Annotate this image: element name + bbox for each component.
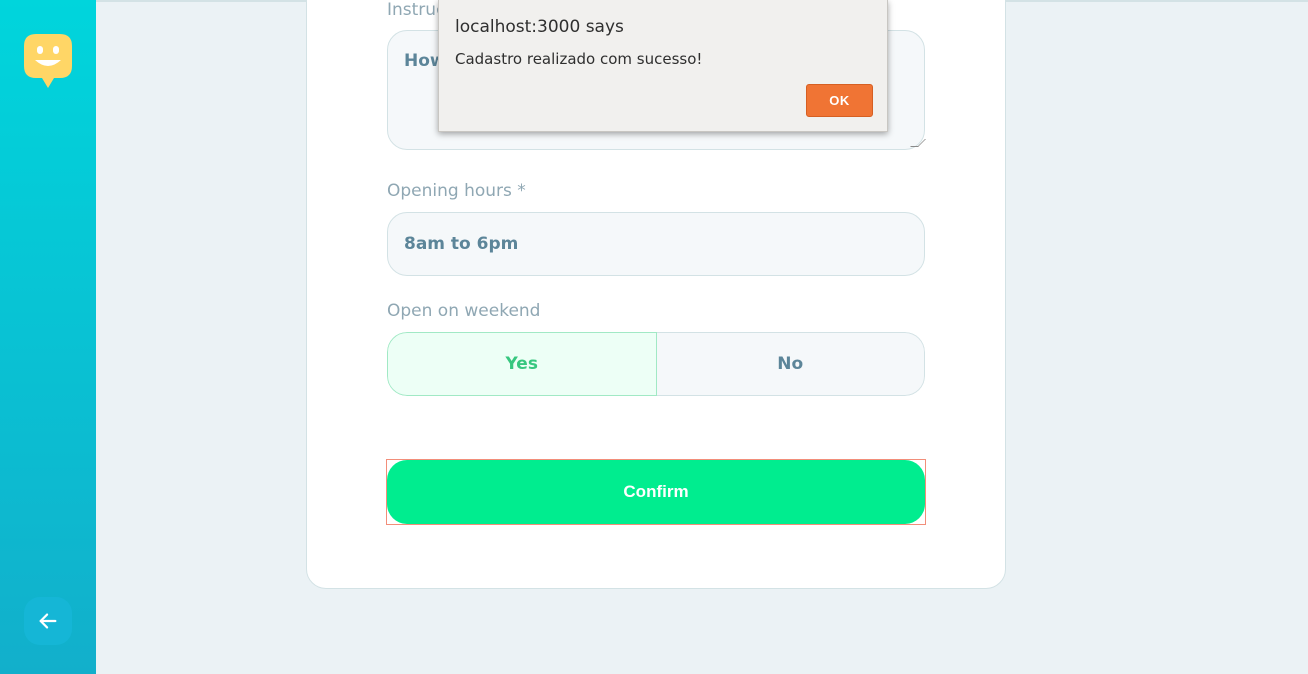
weekend-no-button[interactable]: No (656, 332, 925, 396)
confirm-button[interactable]: Confirm (387, 460, 925, 524)
dialog-message: Cadastro realizado com sucesso! (455, 50, 703, 68)
smiley-face-icon (24, 34, 72, 88)
opening-hours-label: Opening hours * (387, 181, 526, 201)
weekend-yes-button[interactable]: Yes (387, 332, 657, 396)
alert-dialog: localhost:3000 says Cadastro realizado c… (438, 0, 888, 132)
weekend-toggle: Yes No (387, 332, 925, 396)
back-button[interactable] (24, 597, 72, 645)
open-on-weekend-label: Open on weekend (387, 301, 541, 321)
sidebar (0, 0, 96, 674)
dialog-ok-button[interactable]: OK (806, 84, 873, 117)
dialog-title: localhost:3000 says (455, 17, 624, 37)
opening-hours-input[interactable]: 8am to 6pm (387, 212, 925, 276)
opening-hours-value: 8am to 6pm (404, 234, 519, 254)
arrow-left-icon (39, 613, 57, 629)
